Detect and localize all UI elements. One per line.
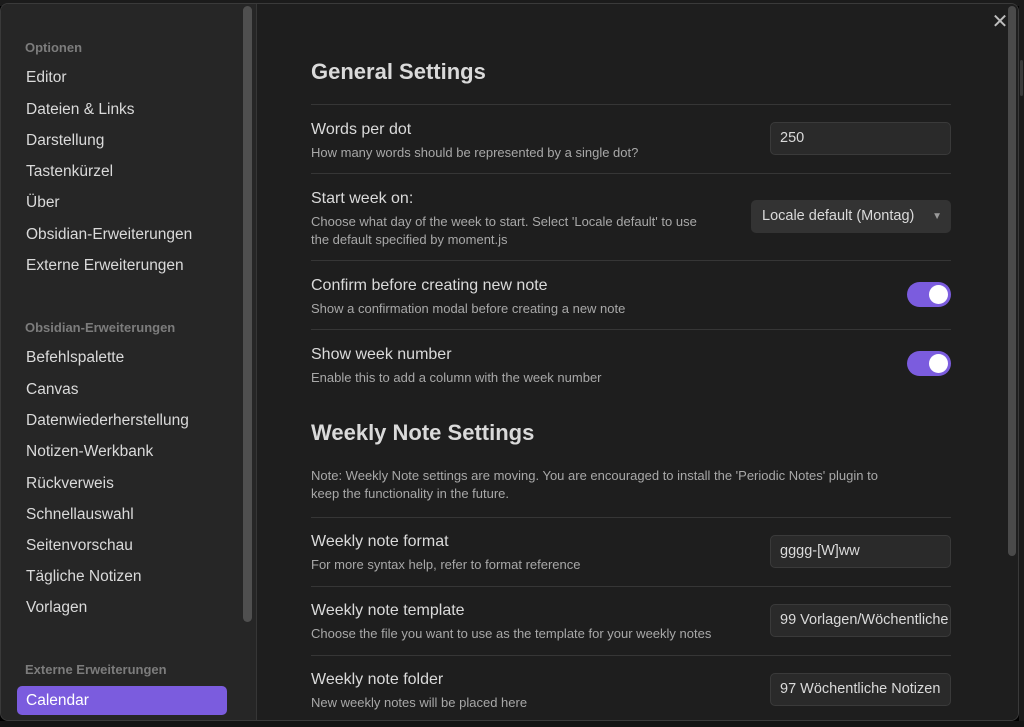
sidebar-item-about[interactable]: Über [17,188,227,217]
settings-sidebar: Optionen Editor Dateien & Links Darstell… [1,4,257,720]
weekly-folder-label: Weekly note folder [311,671,444,688]
divider [311,260,951,261]
weekly-note-notice-line1: Note: Weekly Note settings are moving. Y… [311,468,878,483]
sidebar-item-file-recovery[interactable]: Datenwiederherstellung [17,406,227,435]
confirm-note-description: Show a confirmation modal before creatin… [311,301,626,316]
sidebar-heading-options: Optionen [25,40,83,55]
chevron-down-icon: ▼ [932,211,942,222]
weekly-format-input[interactable]: gggg-[W]ww [770,535,951,568]
sidebar-item-editor[interactable]: Editor [17,63,227,92]
confirm-note-label: Confirm before creating new note [311,277,548,294]
toggle-knob [929,354,948,373]
weekly-template-description: Choose the file you want to use as the t… [311,626,712,641]
divider [311,586,951,587]
background-window-bottom [0,721,1024,727]
sidebar-item-community-plugins[interactable]: Externe Erweiterungen [17,251,227,280]
week-number-toggle[interactable] [907,351,951,376]
sidebar-item-note-composer[interactable]: Notizen-Werkbank [17,437,227,466]
weekly-format-label: Weekly note format [311,533,449,550]
sidebar-heading-community-plugins: Externe Erweiterungen [25,662,167,677]
toggle-knob [929,285,948,304]
sidebar-item-core-plugins[interactable]: Obsidian-Erweiterungen [17,220,227,249]
start-week-description-line2: the default specified by moment.js [311,232,508,247]
sidebar-item-hotkeys[interactable]: Tastenkürzel [17,157,227,186]
sidebar-item-canvas[interactable]: Canvas [17,375,227,404]
week-number-label: Show week number [311,346,452,363]
background-scrollbar-thumb [1020,60,1023,96]
sidebar-heading-core-plugins: Obsidian-Erweiterungen [25,320,176,335]
start-week-label: Start week on: [311,190,414,207]
sidebar-item-quick-switcher[interactable]: Schnellauswahl [17,500,227,529]
divider [311,104,951,105]
sidebar-item-calendar[interactable]: Calendar [17,686,227,715]
week-number-description: Enable this to add a column with the wee… [311,370,602,385]
settings-modal: Optionen Editor Dateien & Links Darstell… [0,3,1019,721]
sidebar-item-templates[interactable]: Vorlagen [17,593,227,622]
start-week-dropdown[interactable]: Locale default (Montag) ▼ [751,200,951,233]
general-settings-title: General Settings [311,59,486,84]
start-week-description-line1: Choose what day of the week to start. Se… [311,214,697,229]
divider [311,517,951,518]
sidebar-item-daily-notes[interactable]: Tägliche Notizen [17,562,227,591]
weekly-template-input[interactable]: 99 Vorlagen/Wöchentliche [770,604,951,637]
weekly-folder-description: New weekly notes will be placed here [311,695,528,710]
sidebar-item-command-palette[interactable]: Befehlspalette [17,343,227,372]
weekly-folder-input[interactable]: 97 Wöchentliche Notizen [770,673,951,706]
weekly-template-label: Weekly note template [311,602,465,619]
divider [311,655,951,656]
divider [311,173,951,174]
sidebar-item-files-links[interactable]: Dateien & Links [17,95,227,124]
weekly-settings-title: Weekly Note Settings [311,420,535,445]
sidebar-scrollbar[interactable] [243,6,252,622]
weekly-format-description: For more syntax help, refer to format re… [311,557,581,572]
words-per-dot-description: How many words should be represented by … [311,145,639,160]
confirm-note-toggle[interactable] [907,282,951,307]
weekly-note-notice-line2: keep the functionality in the future. [311,486,510,501]
words-per-dot-input[interactable]: 250 [770,122,951,155]
words-per-dot-label: Words per dot [311,121,412,138]
sidebar-item-appearance[interactable]: Darstellung [17,126,227,155]
divider [311,329,951,330]
content-scrollbar[interactable] [1008,6,1016,556]
weekly-note-notice: Note: Weekly Note settings are moving. Y… [311,467,951,503]
start-week-selected: Locale default (Montag) [762,208,915,224]
sidebar-item-page-preview[interactable]: Seitenvorschau [17,531,227,560]
background-scrollbar [1019,0,1024,727]
settings-content: ✕ General Settings Words per dot How man… [258,4,1018,720]
sidebar-item-backlinks[interactable]: Rückverweis [17,469,227,498]
